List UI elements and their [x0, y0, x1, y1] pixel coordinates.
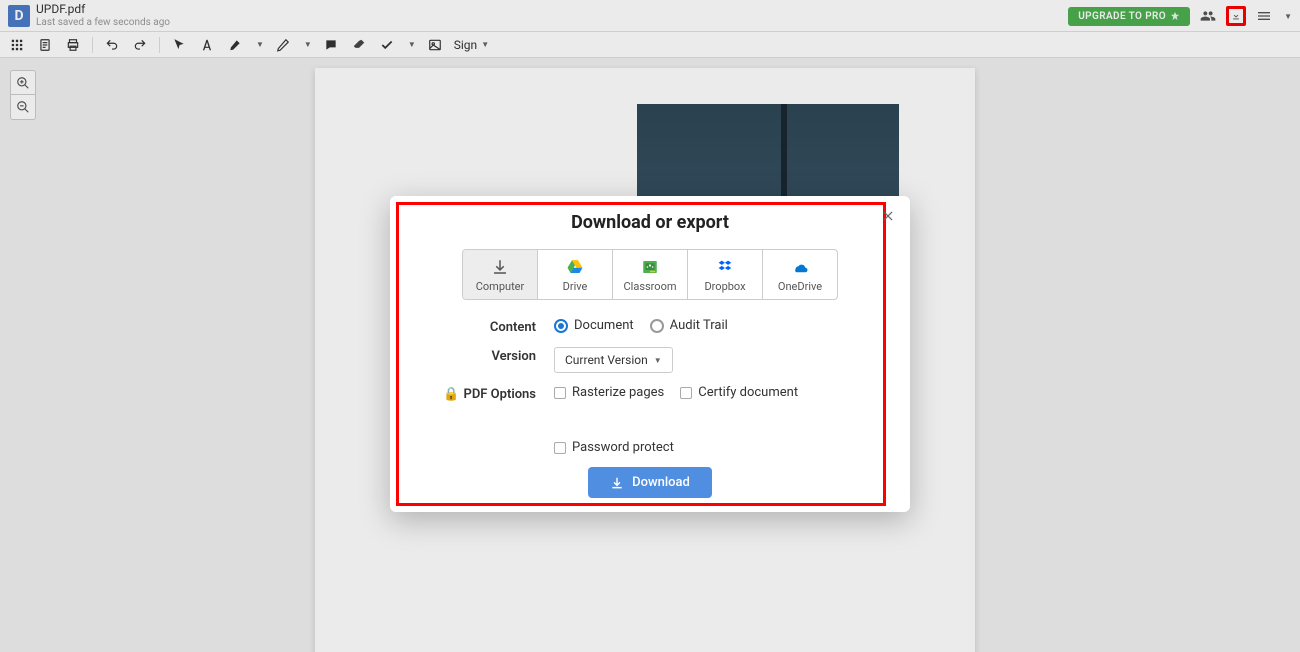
app-header: D UPDF.pdf Last saved a few seconds ago … — [0, 0, 1300, 32]
download-icon — [491, 258, 509, 276]
upgrade-button[interactable]: UPGRADE TO PRO — [1068, 7, 1190, 26]
menu-icon[interactable] — [1254, 6, 1274, 26]
app-logo: D — [8, 5, 30, 27]
grid-icon[interactable] — [8, 36, 26, 54]
onedrive-icon — [791, 258, 809, 276]
document-name[interactable]: UPDF.pdf — [36, 3, 170, 16]
content-label: Content — [404, 318, 554, 335]
destination-computer[interactable]: Computer — [463, 250, 538, 299]
checkbox-label: Certify document — [698, 385, 798, 400]
password-checkbox[interactable]: Password protect — [554, 440, 674, 455]
eraser-icon[interactable] — [350, 36, 368, 54]
pdf-options-label: 🔒PDF Options — [404, 385, 554, 402]
download-export-modal: Download or export Computer Drive Classr… — [390, 196, 910, 512]
chevron-down-icon[interactable]: ▼ — [1284, 12, 1292, 21]
page-icon[interactable] — [36, 36, 54, 54]
highlighter-icon[interactable] — [226, 36, 244, 54]
destination-classroom[interactable]: Classroom — [613, 250, 688, 299]
download-icon — [610, 476, 624, 490]
lock-icon: 🔒 — [443, 387, 459, 402]
radio-unchecked-icon — [650, 319, 664, 333]
destination-onedrive[interactable]: OneDrive — [763, 250, 837, 299]
save-status: Last saved a few seconds ago — [36, 17, 170, 28]
chevron-down-icon[interactable]: ▼ — [304, 40, 312, 49]
version-value: Current Version — [565, 353, 648, 367]
share-icon[interactable] — [1198, 6, 1218, 26]
undo-icon[interactable] — [103, 36, 121, 54]
radio-label: Document — [574, 318, 634, 333]
pen-icon[interactable] — [274, 36, 292, 54]
rocket-icon — [1170, 11, 1180, 21]
comment-icon[interactable] — [322, 36, 340, 54]
zoom-out-button[interactable] — [11, 95, 35, 119]
zoom-in-button[interactable] — [11, 71, 35, 95]
destination-label: Classroom — [624, 280, 677, 293]
pointer-icon[interactable] — [170, 36, 188, 54]
checkmark-icon[interactable] — [378, 36, 396, 54]
radio-checked-icon — [554, 319, 568, 333]
destination-label: OneDrive — [778, 280, 822, 293]
zoom-controls — [10, 70, 36, 120]
image-icon[interactable] — [426, 36, 444, 54]
destination-dropbox[interactable]: Dropbox — [688, 250, 763, 299]
checkbox-label: Password protect — [572, 440, 674, 455]
checkbox-label: Rasterize pages — [572, 385, 664, 400]
destination-label: Drive — [563, 280, 588, 293]
version-select[interactable]: Current Version ▼ — [554, 347, 673, 373]
download-button[interactable]: Download — [588, 467, 712, 498]
drive-icon — [566, 258, 584, 276]
radio-label: Audit Trail — [670, 318, 728, 333]
chevron-down-icon[interactable]: ▼ — [256, 40, 264, 49]
certify-checkbox[interactable]: Certify document — [680, 385, 798, 400]
close-button[interactable] — [878, 206, 898, 226]
chevron-down-icon: ▼ — [481, 40, 489, 49]
separator — [159, 37, 160, 53]
classroom-icon — [641, 258, 659, 276]
chevron-down-icon: ▼ — [654, 356, 662, 365]
destination-label: Computer — [476, 280, 524, 293]
redo-icon[interactable] — [131, 36, 149, 54]
download-header-button[interactable] — [1226, 6, 1246, 26]
destination-label: Dropbox — [704, 280, 745, 293]
sign-dropdown[interactable]: Sign ▼ — [454, 38, 489, 52]
document-info: UPDF.pdf Last saved a few seconds ago — [36, 3, 170, 27]
modal-title: Download or export — [404, 212, 896, 233]
toolbar: ▼ ▼ ▼ Sign ▼ — [0, 32, 1300, 58]
chevron-down-icon[interactable]: ▼ — [408, 40, 416, 49]
dropbox-icon — [716, 258, 734, 276]
checkbox-icon — [680, 387, 692, 399]
content-document-radio[interactable]: Document — [554, 318, 634, 333]
upgrade-label: UPGRADE TO PRO — [1078, 11, 1166, 22]
print-icon[interactable] — [64, 36, 82, 54]
download-button-label: Download — [632, 475, 690, 490]
destination-tabs: Computer Drive Classroom Dropbox OneDriv… — [462, 249, 838, 300]
checkbox-icon — [554, 387, 566, 399]
content-audit-radio[interactable]: Audit Trail — [650, 318, 728, 333]
separator — [92, 37, 93, 53]
text-icon[interactable] — [198, 36, 216, 54]
checkbox-icon — [554, 442, 566, 454]
version-label: Version — [404, 347, 554, 364]
rasterize-checkbox[interactable]: Rasterize pages — [554, 385, 664, 400]
destination-drive[interactable]: Drive — [538, 250, 613, 299]
sign-label: Sign — [454, 38, 477, 52]
